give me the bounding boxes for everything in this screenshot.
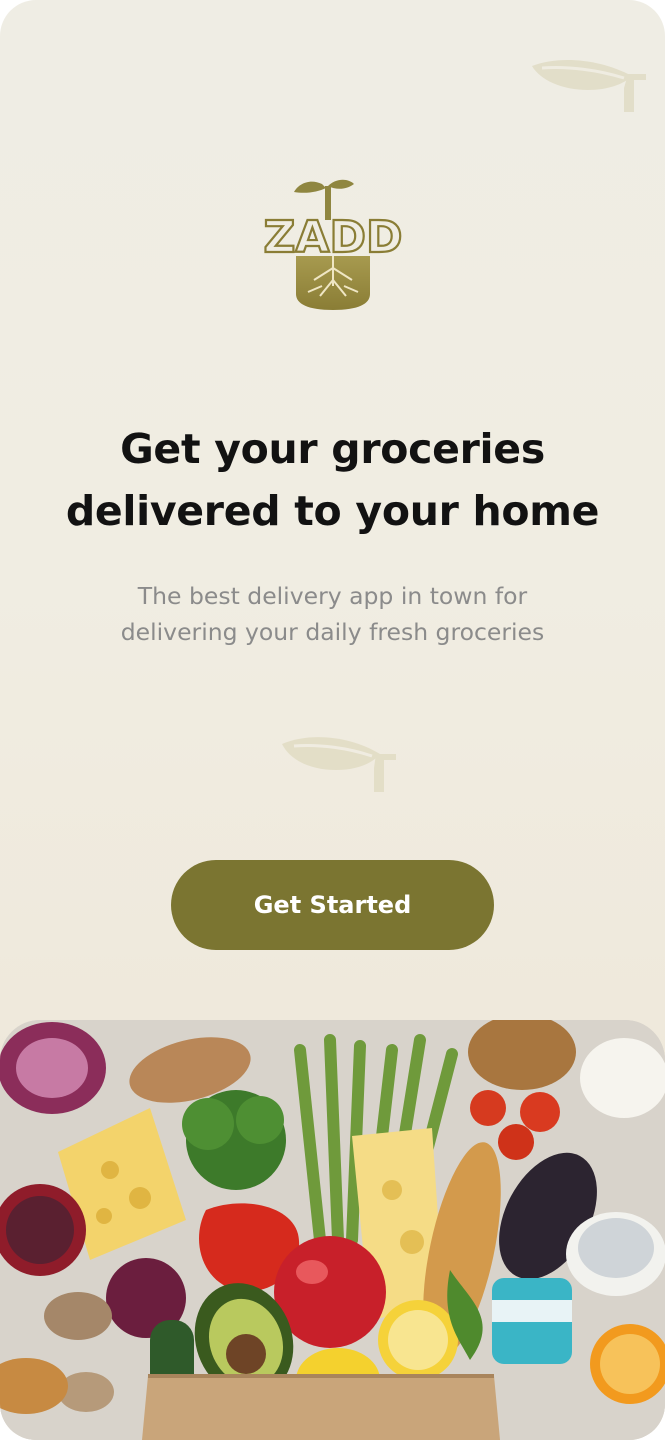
logo-wordmark: ZADD bbox=[263, 212, 402, 263]
zadd-logo: ZADD bbox=[262, 179, 404, 310]
subtitle-line-1: The best delivery app in town for bbox=[137, 582, 528, 610]
get-started-button[interactable]: Get Started bbox=[171, 860, 494, 950]
leaf-icon bbox=[282, 737, 396, 792]
subtitle-line-2: delivering your daily fresh groceries bbox=[120, 618, 545, 646]
page-title: Get your groceries delivered to your hom… bbox=[0, 418, 665, 542]
title-line-2: delivered to your home bbox=[65, 487, 600, 535]
title-line-1: Get your groceries bbox=[120, 425, 545, 473]
onboarding-screen: ZADD Get your groceries delivered to you… bbox=[0, 0, 665, 1440]
leaf-icon bbox=[532, 60, 646, 112]
page-subtitle: The best delivery app in town for delive… bbox=[0, 578, 665, 650]
grocery-bag-photo bbox=[0, 1020, 665, 1440]
